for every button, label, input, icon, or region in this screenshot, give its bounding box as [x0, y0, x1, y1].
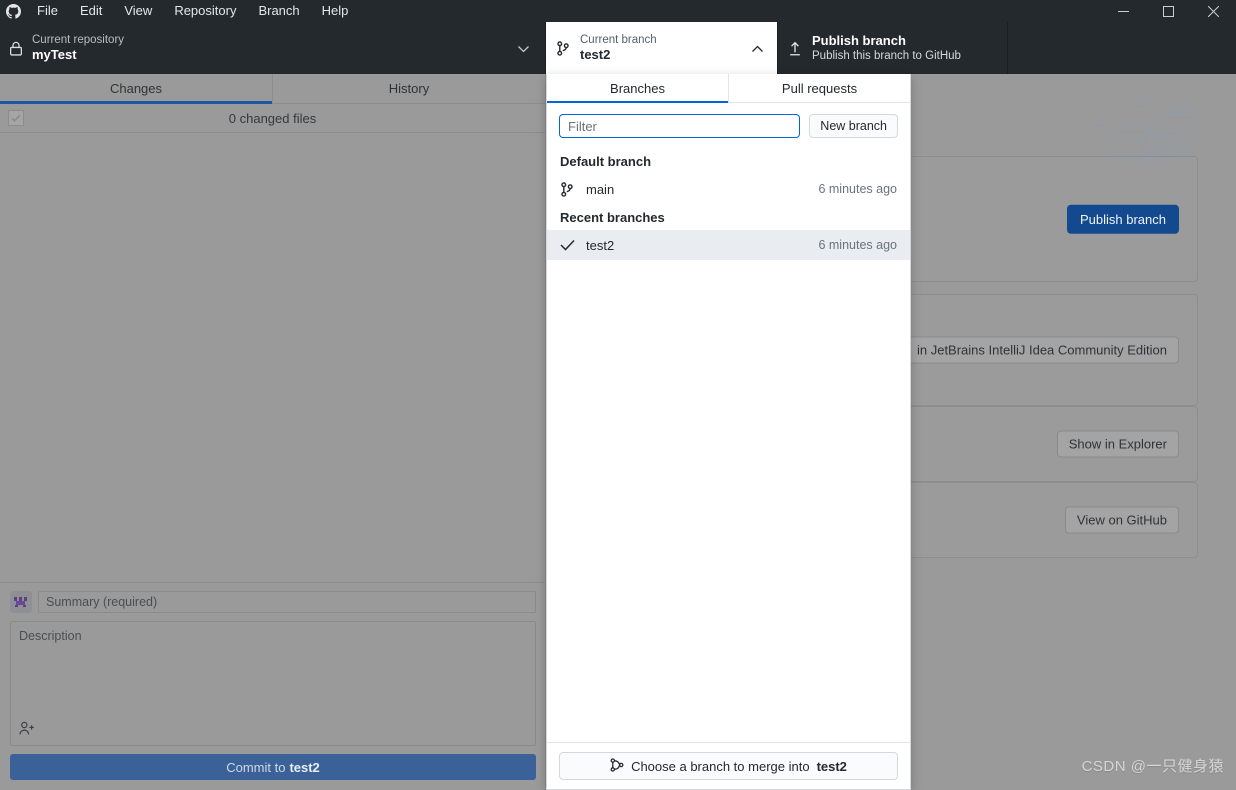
avatar: [10, 591, 32, 613]
chevron-down-icon: [518, 41, 529, 56]
changed-files-count: 0 changed files: [228, 110, 317, 126]
tab-pull-requests[interactable]: Pull requests: [729, 74, 910, 102]
summary-input[interactable]: Summary (required): [38, 591, 536, 613]
dropdown-footer: Choose a branch to merge into test2: [547, 742, 910, 789]
commit-button-branch: test2: [289, 759, 320, 775]
toolbar-filler: [1008, 22, 1236, 74]
changed-files-header: 0 changed files: [0, 104, 545, 133]
tab-branches[interactable]: Branches: [547, 74, 729, 103]
branch-name: test2: [580, 47, 611, 63]
menu-item-edit[interactable]: Edit: [69, 0, 113, 22]
menu-item-help[interactable]: Help: [311, 0, 360, 22]
branch-time: 6 minutes ago: [818, 182, 897, 196]
maximize-icon[interactable]: [1146, 0, 1191, 22]
menu-bar: File Edit View Repository Branch Help: [26, 0, 359, 22]
current-repository-button[interactable]: Current repository myTest: [0, 22, 546, 74]
lock-icon: [0, 41, 32, 56]
merge-branch-button[interactable]: Choose a branch to merge into test2: [559, 752, 898, 780]
tab-changes[interactable]: Changes: [0, 74, 273, 104]
minimize-icon[interactable]: [1101, 0, 1146, 22]
branch-list-item-main[interactable]: main 6 minutes ago: [547, 174, 910, 204]
branch-label: Current branch: [580, 33, 657, 46]
publish-branch-toolbar-button[interactable]: Publish branch Publish this branch to Gi…: [777, 22, 1008, 74]
checkmark-icon: [560, 239, 586, 251]
description-input[interactable]: Description: [10, 621, 536, 746]
dropdown-tabs: Branches Pull requests: [547, 74, 910, 103]
branch-list-item-test2[interactable]: test2 6 minutes ago: [547, 230, 910, 260]
branch-list: Default branch main 6 minutes ago Recent…: [547, 148, 910, 742]
open-in-editor-button[interactable]: in JetBrains IntelliJ Idea Community Edi…: [904, 336, 1179, 364]
merge-button-prefix: Choose a branch to merge into: [631, 758, 810, 774]
branch-time: 6 minutes ago: [818, 238, 897, 252]
filter-input[interactable]: Filter: [559, 114, 801, 138]
file-list: [0, 133, 545, 607]
upload-icon: [778, 41, 812, 56]
add-coauthor-icon[interactable]: [19, 721, 35, 739]
window-controls: [1101, 0, 1236, 22]
select-all-checkbox[interactable]: [8, 110, 24, 126]
tab-history[interactable]: History: [273, 74, 545, 103]
publish-branch-sublabel: Publish this branch to GitHub: [812, 49, 961, 62]
repository-label: Current repository: [32, 33, 125, 46]
new-branch-button[interactable]: New branch: [809, 114, 898, 138]
description-placeholder: Description: [19, 629, 82, 643]
current-branch-button[interactable]: Current branch test2: [546, 22, 777, 74]
chevron-up-icon: [752, 41, 763, 56]
watermark: CSDN @一只健身猿: [1081, 758, 1224, 775]
github-logo-icon: [0, 3, 26, 19]
publish-branch-button[interactable]: Publish branch: [1067, 204, 1179, 234]
commit-button[interactable]: Commit to test2: [10, 754, 536, 780]
publish-branch-label: Publish branch: [812, 32, 906, 48]
changes-sidebar: Changes History 0 changed files Summary …: [0, 74, 546, 790]
menu-item-branch[interactable]: Branch: [247, 0, 310, 22]
commit-form: Summary (required) Description Commit to…: [0, 582, 546, 790]
group-header-default: Default branch: [560, 154, 652, 169]
title-bar: File Edit View Repository Branch Help: [0, 0, 1236, 22]
merge-button-branch: test2: [816, 758, 847, 774]
group-header-recent: Recent branches: [560, 210, 665, 225]
menu-item-repository[interactable]: Repository: [163, 0, 247, 22]
branch-name: main: [586, 181, 615, 197]
filter-row: Filter New branch: [547, 103, 910, 148]
branch-dropdown: Branches Pull requests Filter New branch…: [546, 74, 911, 790]
branch-icon: [546, 40, 580, 56]
commit-button-prefix: Commit to: [226, 759, 286, 775]
toolbar: Current repository myTest Current branch…: [0, 22, 1236, 74]
menu-item-file[interactable]: File: [26, 0, 69, 22]
close-icon[interactable]: [1191, 0, 1236, 22]
sidebar-tabs: Changes History: [0, 74, 545, 104]
merge-icon: [610, 757, 624, 775]
view-on-github-button[interactable]: View on GitHub: [1064, 506, 1179, 534]
menu-item-view[interactable]: View: [113, 0, 163, 22]
show-in-explorer-button[interactable]: Show in Explorer: [1056, 430, 1179, 458]
branch-icon: [560, 181, 586, 197]
branch-name: test2: [586, 237, 615, 253]
repository-name: myTest: [32, 47, 77, 63]
github-desktop-window: File Edit View Repository Branch Help Cu…: [0, 0, 1236, 790]
summary-row: Summary (required): [10, 591, 536, 613]
